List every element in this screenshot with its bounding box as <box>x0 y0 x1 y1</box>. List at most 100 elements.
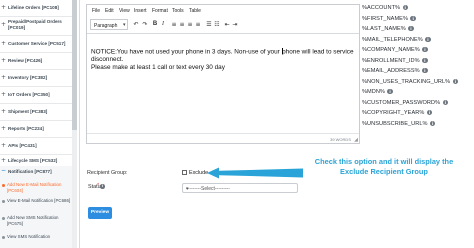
indent-icon[interactable]: ⇥ <box>231 20 239 29</box>
menu-edit[interactable]: Edit <box>105 8 114 14</box>
token-item[interactable]: %NON_USES_TRACKING_URL% i <box>362 78 472 87</box>
token-row: %ENROLLMENT_ID% i <box>362 57 428 64</box>
align-justify-icon[interactable]: ≡ <box>194 20 202 29</box>
sidebar-item-label: IoT Orders [PC350] <box>8 92 50 97</box>
token-text: %UNSUBSCRIBE_URL% <box>362 120 428 127</box>
bullet-icon <box>2 199 5 203</box>
submenu-item-view-sms[interactable]: View SMS Notification <box>2 234 72 240</box>
token-row: %CUSTOMER_PASSWORD% i <box>362 99 449 106</box>
editor-statusbar: 39 WORDS ◢ <box>87 133 359 143</box>
sidebar-item-lifeline-orders[interactable]: + Lifeline Orders [PC108] <box>0 0 72 17</box>
notification-submenu: − Notification [PC877] Add New E-Mail No… <box>0 166 72 248</box>
sidebar-item-notification[interactable]: − Notification [PC877] <box>0 166 72 178</box>
token-item[interactable]: %CUSTOMER_PASSWORD% i <box>362 99 472 108</box>
plus-icon: + <box>1 21 7 28</box>
plus-icon: + <box>1 142 7 149</box>
format-select[interactable]: Paragraph ▾ <box>90 19 128 30</box>
info-icon[interactable]: i <box>422 68 428 74</box>
italic-icon[interactable]: I <box>159 20 167 29</box>
align-left-icon[interactable]: ≡ <box>170 20 178 29</box>
info-icon[interactable]: i <box>452 78 459 84</box>
info-icon[interactable]: i <box>425 36 431 42</box>
info-icon[interactable]: i <box>100 184 105 189</box>
token-item[interactable]: %COPYRIGHT_YEAR% i <box>362 109 472 118</box>
minus-icon: − <box>1 167 7 174</box>
info-icon[interactable]: i <box>387 89 393 95</box>
preview-button[interactable]: Preview <box>88 207 112 219</box>
token-item[interactable]: %LAST_NAME% i <box>362 25 472 34</box>
token-text: %MAIL_TELEPHONE% <box>362 36 423 43</box>
bold-icon[interactable]: B <box>151 20 159 29</box>
sidebar-item-shipment[interactable]: + Shipment [PC383] <box>0 104 72 121</box>
token-text: %FIRST_NAME% <box>362 15 408 22</box>
sidebar-item-review[interactable]: + Review [PC426] <box>0 53 72 70</box>
token-text: %EMAIL_ADDRESS% <box>362 68 420 74</box>
submenu-item-add-sms[interactable]: Add New SMS Notification [PC675] <box>2 215 72 227</box>
info-icon[interactable]: i <box>426 110 433 116</box>
resize-handle-icon[interactable]: ◢ <box>354 137 358 143</box>
token-row: %LAST_NAME% i <box>362 26 414 32</box>
submenu-item-add-email[interactable]: Add New E-Mail Notification [PC604] <box>2 182 72 194</box>
sidebar-item-label: Prepaid/Postpaid Orders [PC019] <box>8 19 62 30</box>
token-text: %CUSTOMER_PASSWORD% <box>362 99 441 106</box>
info-icon[interactable]: i <box>410 15 416 21</box>
sidebar-item-customer-service[interactable]: + Customer Service [PC517] <box>0 36 72 53</box>
info-icon[interactable]: i <box>422 47 428 53</box>
info-icon[interactable]: i <box>422 57 428 63</box>
placeholder-token-list: %ACCOUNT% i %FIRST_NAME% i %LAST_NAME% i %MAIL… <box>362 0 474 132</box>
outdent-icon[interactable]: ⇤ <box>223 20 231 29</box>
menu-file[interactable]: File <box>92 8 100 14</box>
submenu-item-label: View E-Mail Notification [PC686] <box>7 198 71 203</box>
redo-icon[interactable]: ↷ <box>141 20 149 29</box>
info-icon[interactable]: i <box>402 5 408 11</box>
sidebar-scrollbar[interactable] <box>72 0 77 248</box>
align-center-icon[interactable]: ≡ <box>178 20 186 29</box>
token-item[interactable]: %FIRST_NAME% i <box>362 15 472 24</box>
token-text: %COMPANY_NAME% <box>362 47 420 53</box>
token-item[interactable]: %ACCOUNT% i <box>362 4 472 13</box>
sidebar-item-iot-orders[interactable]: + IoT Orders [PC350] <box>0 87 72 104</box>
undo-icon[interactable]: ↶ <box>132 20 140 29</box>
bullet-list-icon[interactable]: ☰ <box>205 20 213 29</box>
exclude-checkbox[interactable] <box>182 170 187 175</box>
submenu-item-label: Add New E-Mail Notification [PC604] <box>7 182 62 193</box>
chevron-down-icon: ▾ <box>186 185 189 192</box>
token-item[interactable]: %EMAIL_ADDRESS% i <box>362 67 472 76</box>
bullet-icon <box>2 183 5 187</box>
plus-icon: + <box>1 157 7 164</box>
token-text: %ACCOUNT% <box>362 5 401 11</box>
numbered-list-icon[interactable]: ☷ <box>213 20 221 29</box>
rich-text-editor[interactable]: File Edit View Insert Format Tools Table… <box>86 4 360 144</box>
word-count: 39 WORDS <box>330 136 351 142</box>
info-icon[interactable]: i <box>430 120 436 126</box>
token-item[interactable]: %ENROLLMENT_ID% i <box>362 57 472 66</box>
status-select[interactable]: ---------Select--------- ▾ <box>182 183 298 193</box>
scrollbar-thumb[interactable] <box>72 0 77 130</box>
sidebar-item-apis[interactable]: + APIs [PC431] <box>0 138 72 155</box>
plus-icon: + <box>1 108 7 115</box>
token-text: %NON_USES_TRACKING_URL% <box>362 78 451 85</box>
callout-line-2: Exclude Recipient Group <box>340 167 428 176</box>
menu-view[interactable]: View <box>119 8 130 14</box>
token-row: %COPYRIGHT_YEAR% i <box>362 110 433 116</box>
menu-format[interactable]: Format <box>152 8 168 14</box>
token-item[interactable]: %COMPANY_NAME% i <box>362 46 472 55</box>
token-item[interactable]: %UNSUBSCRIBE_URL% i <box>362 120 472 129</box>
sidebar-item-prepaid-orders[interactable]: + Prepaid/Postpaid Orders [PC019] <box>0 16 72 36</box>
token-item[interactable]: %MDN% i <box>362 88 472 97</box>
menu-insert[interactable]: Insert <box>134 8 147 14</box>
info-icon[interactable]: i <box>442 99 449 105</box>
sidebar-item-reports[interactable]: + Reports [PC224] <box>0 121 72 138</box>
editor-content[interactable]: NOTICE:You have not used your phone in 3… <box>91 48 355 71</box>
sidebar-item-inventory[interactable]: + Inventory [PC382] <box>0 70 72 87</box>
token-text: %COPYRIGHT_YEAR% <box>362 110 425 116</box>
submenu-item-view-email[interactable]: View E-Mail Notification [PC686] <box>2 198 72 204</box>
menu-table[interactable]: Table <box>189 8 201 14</box>
sidebar-item-label: Reports [PC224] <box>8 126 44 131</box>
menu-tools[interactable]: Tools <box>172 8 184 14</box>
token-item[interactable]: %MAIL_TELEPHONE% i <box>362 36 472 45</box>
align-right-icon[interactable]: ≡ <box>186 20 194 29</box>
submenu-item-label: View SMS Notification <box>7 234 51 239</box>
info-icon[interactable]: i <box>408 26 414 32</box>
token-row: %FIRST_NAME% i <box>362 15 416 22</box>
